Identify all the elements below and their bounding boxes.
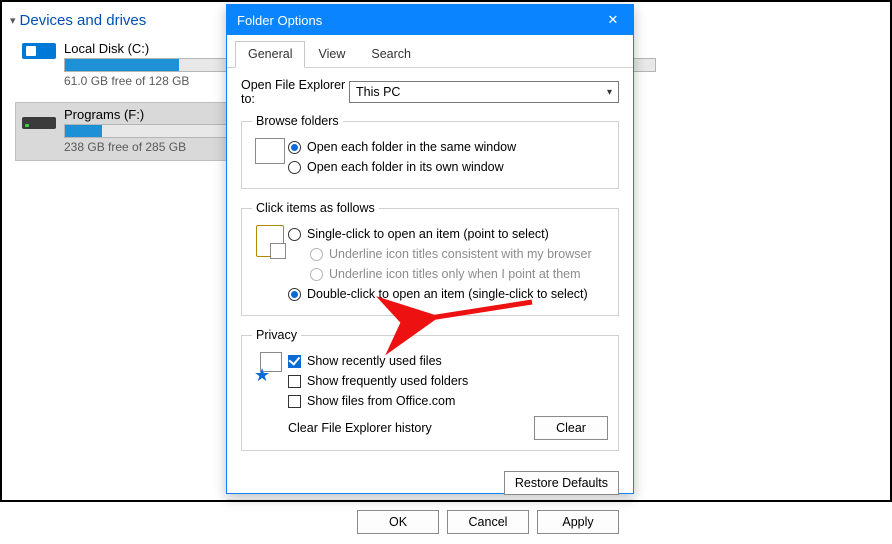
dialog-body: Open File Explorer to: This PC ▾ Browse …: [227, 68, 633, 471]
close-icon: ✕: [608, 12, 619, 28]
section-title: Devices and drives: [20, 12, 147, 29]
quick-access-icon: [256, 352, 284, 382]
clear-button[interactable]: Clear: [534, 416, 608, 440]
radio-icon: [310, 248, 323, 261]
checkbox-show-office[interactable]: Show files from Office.com: [288, 392, 608, 410]
radio-icon: [288, 288, 301, 301]
tab-general[interactable]: General: [235, 41, 305, 68]
open-explorer-select[interactable]: This PC ▾: [349, 81, 619, 103]
click-items-group: Click items as follows Single-click to o…: [241, 201, 619, 316]
privacy-group: Privacy Show recently used files Show fr…: [241, 328, 619, 451]
browse-folders-legend: Browse folders: [252, 114, 343, 128]
drive-icon: [22, 43, 56, 63]
dialog-title: Folder Options: [237, 13, 593, 28]
restore-defaults-button[interactable]: Restore Defaults: [504, 471, 619, 495]
radio-underline-browser: Underline icon titles consistent with my…: [310, 245, 608, 263]
checkbox-icon: [288, 355, 301, 368]
cancel-button[interactable]: Cancel: [447, 510, 529, 534]
clear-history-label: Clear File Explorer history: [288, 421, 432, 435]
tab-search[interactable]: Search: [358, 41, 424, 67]
tab-view[interactable]: View: [305, 41, 358, 67]
chevron-down-icon: ▾: [607, 87, 612, 98]
drive-icon: [22, 109, 56, 129]
checkbox-icon: [288, 395, 301, 408]
click-items-legend: Click items as follows: [252, 201, 379, 215]
radio-icon: [310, 268, 323, 281]
tab-bar: General View Search: [227, 35, 633, 68]
document-cursor-icon: [256, 225, 284, 257]
radio-double-click[interactable]: Double-click to open an item (single-cli…: [288, 285, 608, 303]
radio-open-same-window[interactable]: Open each folder in the same window: [288, 138, 608, 156]
radio-underline-point: Underline icon titles only when I point …: [310, 265, 608, 283]
folder-options-dialog: Folder Options ✕ General View Search Ope…: [226, 4, 634, 494]
privacy-legend: Privacy: [252, 328, 301, 342]
checkbox-show-frequent[interactable]: Show frequently used folders: [288, 372, 608, 390]
titlebar[interactable]: Folder Options ✕: [227, 5, 633, 35]
close-button[interactable]: ✕: [593, 5, 633, 35]
radio-open-own-window[interactable]: Open each folder in its own window: [288, 158, 608, 176]
ok-button[interactable]: OK: [357, 510, 439, 534]
radio-icon: [288, 161, 301, 174]
browse-folders-group: Browse folders Open each folder in the s…: [241, 114, 619, 189]
open-explorer-label: Open File Explorer to:: [241, 78, 349, 106]
radio-icon: [288, 228, 301, 241]
radio-single-click[interactable]: Single-click to open an item (point to s…: [288, 225, 608, 243]
open-explorer-value: This PC: [356, 85, 400, 99]
radio-icon: [288, 141, 301, 154]
checkbox-icon: [288, 375, 301, 388]
apply-button[interactable]: Apply: [537, 510, 619, 534]
window-icon: [255, 138, 285, 164]
chevron-down-icon: ▾: [10, 14, 16, 27]
checkbox-show-recent[interactable]: Show recently used files: [288, 352, 608, 370]
dialog-footer: OK Cancel Apply: [227, 499, 633, 544]
